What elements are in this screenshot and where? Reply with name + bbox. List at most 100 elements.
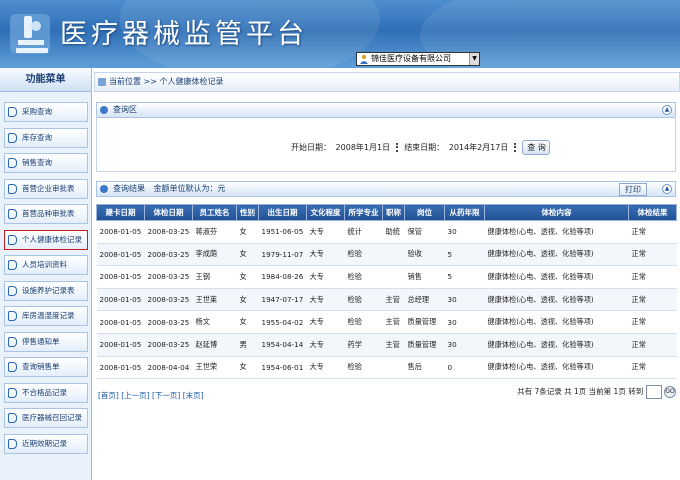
pager-summary: 共有 7条记录 共 1页 当前第 1页 转到 GO [517,385,676,399]
sidebar-item-label: 人员培训资料 [22,260,67,269]
table-cell: 2008-01-05 [96,265,145,289]
go-button[interactable]: GO [664,386,676,398]
prev-page-link[interactable]: [上一页] [121,391,149,400]
book-icon [8,285,17,296]
table-row[interactable]: 2008-01-05 2008-03-25 李成荫女 1979-11-07 大专 检验 验收… [96,243,677,267]
table-cell: 大专 [306,310,345,334]
end-date-input[interactable]: 2014年2月17日 [449,143,509,152]
book-icon [8,158,17,168]
sidebar-item-label: 停售通知单 [22,336,60,346]
table-cell: 主管 [382,288,405,312]
sidebar-item[interactable]: 人员培训资料 [4,255,88,275]
table-cell: 30 [444,310,485,334]
table-cell: 王世莱 [192,288,237,312]
start-date-label: 开始日期： [291,143,331,152]
table-cell: 检验 [344,243,383,267]
date-spinner-icon[interactable] [513,143,518,152]
sidebar-item[interactable]: 个人健康体检记录 [4,229,88,250]
table-cell: 正常 [628,220,677,244]
table-cell: 女 [236,265,259,289]
date-spinner-icon[interactable] [395,143,400,152]
table-row[interactable]: 2008-01-05 2008-04-04 王世荣女 1954-06-01 大专 检验 售后… [96,356,677,380]
column-header: 性别 [236,204,259,221]
sidebar-item-label: 个人健康体检记录 [22,234,82,244]
book-icon [8,183,17,194]
table-cell: 大专 [306,243,345,267]
column-header: 建卡日期 [96,204,145,221]
table-row[interactable]: 2008-01-05 2008-03-25 杨文女 1955-04-02 大专 检验 主管质… [96,310,677,334]
column-header: 体检日期 [144,204,193,221]
book-icon [8,438,17,449]
table-cell: 销售 [404,265,445,289]
query-panel: 开始日期： 2008年1月1日 结束日期： 2014年2月17日 查 询 [96,116,676,172]
user-icon [360,54,368,64]
table-cell: 大专 [306,265,345,289]
company-select[interactable]: 锦佳医疗设备有限公司 ▼ [356,52,480,66]
table-cell: 2008-01-05 [96,333,145,357]
book-icon [8,132,17,143]
sidebar-item[interactable]: 销售查询 [4,153,88,173]
table-cell: 1955-04-02 [258,310,307,334]
sidebar-item[interactable]: 设施养护记录表 [4,280,88,301]
table-cell: 杨文 [192,310,237,334]
table-cell [382,356,405,380]
sidebar-item[interactable]: 不合格品记录 [4,382,88,403]
table-cell: 主管 [382,333,405,357]
table-cell: 女 [236,356,259,380]
sidebar-item-label: 销售查询 [22,158,52,167]
sidebar-item[interactable]: 首营品种审批表 [4,204,88,224]
app-title: 医疗器械监管平台 [60,19,308,50]
last-page-link[interactable]: [末页] [183,391,204,400]
table-cell: 健康体检(心电、透视、化验等项) [484,220,629,244]
sidebar-item[interactable]: 首营企业审批表 [4,178,88,199]
book-icon [8,260,17,270]
table-cell: 大专 [306,220,345,244]
home-icon [98,78,106,86]
table-cell: 2008-01-05 [96,243,145,267]
sidebar-item[interactable]: 查询销售单 [4,357,88,377]
collapse-icon[interactable]: ▲ [662,184,672,194]
table-cell: 助统 [382,220,405,244]
sidebar-item[interactable]: 库存查询 [4,127,88,148]
column-header: 所学专业 [344,204,383,221]
sidebar-item[interactable]: 采购查询 [4,102,88,122]
first-page-link[interactable]: [首页] [98,391,119,400]
table-cell [382,265,405,289]
pager-summary-text: 共有 7条记录 共 1页 当前第 1页 转到 [517,387,644,396]
book-icon [8,234,17,245]
sidebar-item[interactable]: 医疗器械召回记录 [4,408,88,428]
column-header: 职称 [382,204,405,221]
table-cell: 1954-06-01 [258,356,307,380]
table-cell: 检验 [344,356,383,380]
sidebar-item-label: 库存查询 [22,132,52,142]
table-cell: 正常 [628,288,677,312]
table-row[interactable]: 2008-01-05 2008-03-25 王世莱女 1947-07-17 大专 检验 主管… [96,288,677,312]
sidebar-item[interactable]: 库房温湿度记录 [4,306,88,326]
sidebar-item-label: 设施养护记录表 [22,285,75,295]
table-row[interactable]: 2008-01-05 2008-03-25 赵延博男 1954-04-14 大专 药学 主管… [96,333,677,357]
sidebar-item[interactable]: 近期效期记录 [4,433,88,454]
table-cell: 李成荫 [192,243,237,267]
print-button[interactable]: 打印 [619,183,647,196]
page-number-input[interactable] [645,385,662,399]
search-button[interactable]: 查 询 [522,140,551,155]
table-cell: 健康体检(心电、透视、化验等项) [484,243,629,267]
chevron-down-icon[interactable]: ▼ [469,53,479,65]
next-page-link[interactable]: [下一页] [152,391,180,400]
start-date-input[interactable]: 2008年1月1日 [336,143,391,152]
currency-note: 金额单位默认为：元 [153,184,226,193]
sidebar-item-label: 不合格品记录 [22,387,67,397]
sidebar: 功能菜单 采购查询 库存查询 销售查询 首营企业审批表 首营品种审批表 个人健康体检记录人… [0,68,92,480]
table-cell: 总经理 [404,288,445,312]
table-row[interactable]: 2008-01-05 2008-03-25 王钢女 1984-08-26 大专 检验 销售 5… [96,265,677,289]
table-row[interactable]: 2008-01-05 2008-03-25 蒋淑芬女 1951-06-05 大专 统计 助统… [96,220,677,244]
table-cell: 2008-03-25 [144,310,193,334]
table-cell: 正常 [628,310,677,334]
table-cell: 2008-01-05 [96,356,145,380]
collapse-icon[interactable]: ▲ [662,105,672,115]
table-cell: 2008-01-05 [96,220,145,244]
table-cell: 大专 [306,356,345,380]
sidebar-item[interactable]: 停售通知单 [4,331,88,352]
table-cell: 正常 [628,265,677,289]
table-cell: 质量管理 [404,310,445,334]
